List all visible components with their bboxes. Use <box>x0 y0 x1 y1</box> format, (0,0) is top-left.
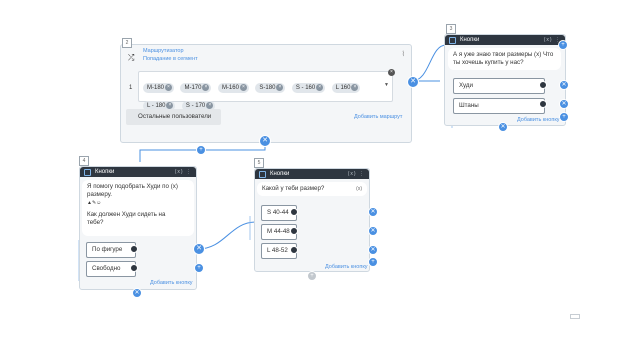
shuffle-icon: ⤮ <box>128 53 135 62</box>
port-dot[interactable] <box>539 81 547 89</box>
close-icon[interactable]: × <box>388 69 395 76</box>
message-line: тебе? <box>87 219 104 226</box>
option-port[interactable]: ✕ <box>559 99 569 109</box>
message-line: размеру. <box>87 191 112 198</box>
message-bubble[interactable]: Я помогу подобрать Худи по (x) размеру. … <box>82 180 194 236</box>
fallback-port[interactable]: ✕ <box>132 288 142 298</box>
option-port[interactable]: ✕ <box>193 243 205 255</box>
router-subtitle[interactable]: Попадание в сегмент <box>143 56 198 62</box>
node-title[interactable]: Кнопки <box>460 35 479 45</box>
add-button-link[interactable]: Добавить кнопку <box>325 264 368 270</box>
port-dot[interactable] <box>290 208 298 216</box>
emoji-line: ▲✎☺ <box>87 200 102 206</box>
segment-tags-box[interactable]: M-180 × M-170 × M-160 × S-180 × S - 160 × L 1… <box>138 69 395 111</box>
message-bubble[interactable]: Какой у теби размер? (x) <box>257 182 367 196</box>
port-dot[interactable] <box>290 227 298 235</box>
buttons-node-4[interactable]: 4 Кнопки (x) ⋮ Я помогу подобрать Худи п… <box>79 156 197 290</box>
node-header[interactable]: Кнопки (x) ⋮ <box>445 35 565 45</box>
segment-tag[interactable]: S-180 × <box>255 83 286 93</box>
port-dot[interactable] <box>130 245 138 253</box>
port-dot[interactable] <box>290 246 298 254</box>
node-number: 2 <box>122 38 132 48</box>
buttons-node-5[interactable]: 5 Кнопки (x) ⋮ Какой у теби размер? (x) … <box>254 158 370 272</box>
option-button-pants[interactable]: Штаны <box>453 98 545 114</box>
input-port[interactable]: + <box>558 40 568 50</box>
buttons-icon <box>259 170 266 178</box>
add-option-port[interactable]: + <box>194 263 204 273</box>
route-row-number: 1 <box>129 85 133 91</box>
segment-tag[interactable]: S - 160 × <box>291 83 326 93</box>
buttons-icon <box>449 36 456 44</box>
remove-tag-icon: × <box>202 83 210 91</box>
node-header[interactable]: Кнопки (x) ⋮ <box>255 169 369 179</box>
node-number: 5 <box>254 158 264 168</box>
remove-tag-icon: × <box>316 83 324 91</box>
option-port[interactable]: ✕ <box>368 245 378 255</box>
option-port[interactable]: ✕ <box>559 80 569 90</box>
segment-tag[interactable]: M-170 × <box>180 83 212 93</box>
rest-users-button[interactable]: Остальные пользователи <box>126 109 221 125</box>
segment-tag[interactable]: L 160 × <box>331 83 361 93</box>
router-node[interactable]: 2 ⤮ Маршрутизатор Попадание в сегмент ⌇ … <box>120 38 412 143</box>
add-button-link[interactable]: Добавить кнопку <box>517 117 560 123</box>
remove-tag-icon: × <box>165 83 173 91</box>
remove-tag-icon: × <box>166 101 174 109</box>
option-port[interactable]: ✕ <box>368 226 378 236</box>
remove-tag-icon: × <box>239 83 247 91</box>
remove-tag-icon: × <box>276 83 284 91</box>
port-dot[interactable] <box>539 100 547 108</box>
node-header[interactable]: Кнопки (x) ⋮ <box>80 167 196 177</box>
message-line: Как должен Худи сидеть на <box>87 211 166 218</box>
fallback-port[interactable]: ✕ <box>498 122 508 132</box>
router-route-port[interactable]: ✕ <box>407 76 419 88</box>
buttons-node-3[interactable]: 3 Кнопки (x) ⋮ А я уже знаю твои размеры… <box>444 24 566 126</box>
node-title[interactable]: Кнопки <box>95 167 114 177</box>
remove-tag-icon: × <box>351 83 359 91</box>
buttons-icon <box>84 168 91 176</box>
node-number: 4 <box>79 156 89 166</box>
chevron-down-icon[interactable]: ▼ <box>384 82 389 88</box>
option-button-hoodie[interactable]: Худи <box>453 78 545 94</box>
message-line: Я помогу подобрать Худи по (x) <box>87 183 178 190</box>
segment-tag[interactable]: M-180 × <box>143 83 175 93</box>
variable-icon: (x) <box>356 186 362 192</box>
flow-canvas[interactable]: 2 ⤮ Маршрутизатор Попадание в сегмент ⌇ … <box>0 0 640 360</box>
add-option-port[interactable]: + <box>368 257 378 267</box>
node-menu-icons[interactable]: (x) ⋮ <box>348 169 365 179</box>
connector-plus[interactable]: + <box>196 145 206 155</box>
node-title[interactable]: Кнопки <box>270 169 289 179</box>
option-button-loose[interactable]: Свободно <box>86 261 136 277</box>
option-port[interactable]: ✕ <box>368 207 378 217</box>
node-number: 3 <box>446 24 456 34</box>
add-option-port[interactable]: + <box>559 112 569 122</box>
router-rest-port[interactable]: ✕ <box>259 135 271 147</box>
router-title[interactable]: Маршрутизатор <box>143 48 184 54</box>
node-menu-icons[interactable]: (x) ⋮ <box>175 167 192 177</box>
segment-tag[interactable]: M-160 × <box>217 83 249 93</box>
port-dot[interactable] <box>130 264 138 272</box>
option-button-fitted[interactable]: По фигуре <box>86 242 136 258</box>
add-route-link[interactable]: Добавить маршрут <box>354 114 402 120</box>
minimap-icon[interactable] <box>570 314 580 319</box>
remove-tag-icon: × <box>206 101 214 109</box>
message-bubble[interactable]: А я уже знаю твои размеры (x) Что ты хоч… <box>448 48 561 70</box>
paperclip-icon[interactable]: ⌇ <box>402 50 405 58</box>
add-button-link[interactable]: Добавить кнопку <box>150 280 193 286</box>
fallback-port[interactable]: + <box>307 271 317 281</box>
message-text: Какой у теби размер? <box>262 185 325 192</box>
